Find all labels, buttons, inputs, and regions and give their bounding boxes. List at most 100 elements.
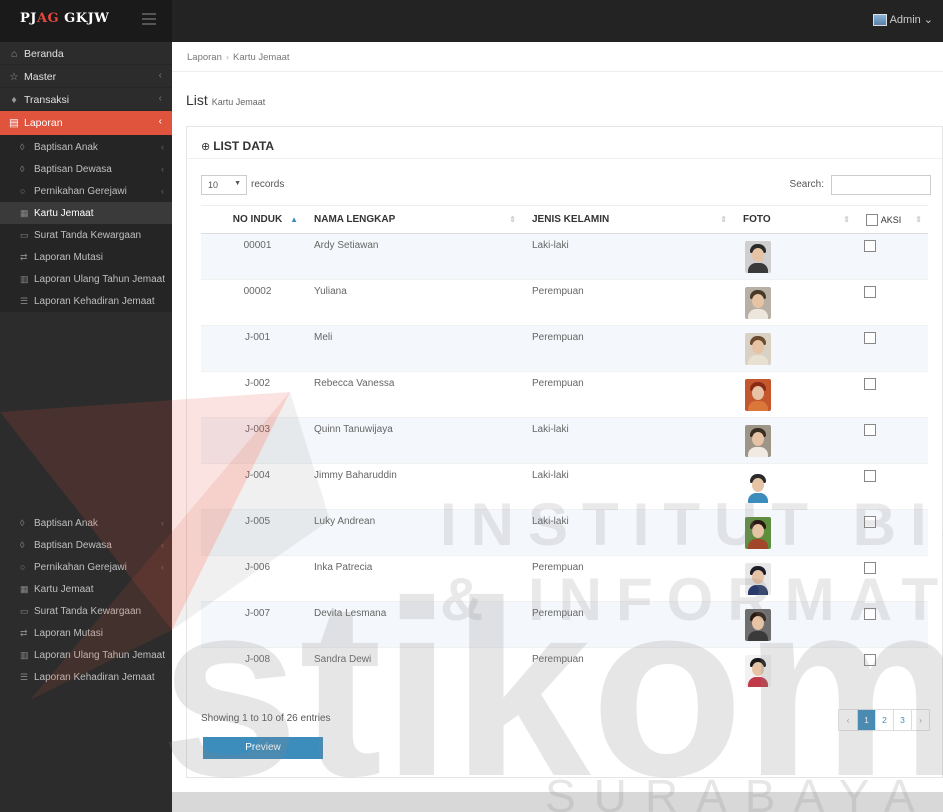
cell-jenis-kelamin: Perempuan [522, 279, 733, 326]
cell-jenis-kelamin: Perempuan [522, 325, 733, 372]
rings-icon: ○ [20, 186, 26, 196]
sidebar-subitem-surat-tanda[interactable]: ▭ Surat Tanda Kewargaan [0, 224, 172, 246]
breadcrumb-parent[interactable]: Laporan [187, 52, 222, 63]
sidebar-subitem-pernikahan[interactable]: ○ Pernikahan Gerejawi ‹ [0, 556, 172, 578]
sidebar-subitem-baptisan-anak[interactable]: ◊ Baptisan Anak ‹ [0, 512, 172, 534]
cake-icon: ▥ [20, 650, 29, 660]
sidebar-subitem-kartu-jemaat[interactable]: ▦ Kartu Jemaat [0, 202, 172, 224]
member-photo[interactable] [745, 241, 771, 273]
pagination-next[interactable]: › [911, 710, 929, 730]
select-all-checkbox[interactable] [866, 213, 878, 226]
sidebar-subitem-baptisan-dewasa[interactable]: ◊ Baptisan Dewasa ‹ [0, 158, 172, 180]
member-photo[interactable] [745, 425, 771, 457]
row-select-checkbox[interactable] [864, 378, 876, 390]
sidebar-item-beranda[interactable]: ⌂ Beranda [0, 42, 172, 65]
sidebar-subitem-baptisan-anak[interactable]: ◊ Baptisan Anak ‹ [0, 136, 172, 158]
sidebar-subitem-surat-tanda[interactable]: ▭ Surat Tanda Kewargaan [0, 600, 172, 622]
row-select-checkbox[interactable] [864, 424, 876, 436]
column-foto[interactable]: FOTO ⇕ [733, 205, 856, 234]
pagination-page-2[interactable]: 2 [875, 710, 893, 730]
pagination-page-1[interactable]: 1 [857, 710, 875, 730]
list-icon: ☰ [20, 296, 29, 306]
column-no-induk[interactable]: NO INDUK ▲ [201, 205, 304, 234]
brand-prefix: PJ [20, 11, 37, 26]
box-title-text: LIST DATA [213, 139, 275, 153]
breadcrumb-current: Kartu Jemaat [233, 52, 290, 63]
cell-no-induk: J-001 [201, 325, 304, 372]
cell-aksi [856, 509, 928, 556]
column-nama-lengkap[interactable]: NAMA LENGKAP ⇕ [304, 205, 522, 234]
column-jenis-kelamin[interactable]: JENIS KELAMIN ⇕ [522, 205, 733, 234]
sub-item-label: Pernikahan Gerejawi [34, 562, 127, 573]
sidebar-submenu: ◊ Baptisan Anak ‹ ◊ Baptisan Dewasa ‹ ○ Perni… [0, 136, 172, 312]
globe-icon: ⊕ [201, 141, 211, 153]
search-input[interactable] [831, 175, 931, 195]
chevron-down-icon: ‹ [158, 116, 162, 127]
cell-jenis-kelamin: Perempuan [522, 601, 733, 648]
sidebar-subitem-laporan-mutasi[interactable]: ⇄ Laporan Mutasi [0, 622, 172, 644]
table-row: J-003 Quinn Tanuwijaya Laki-laki [201, 417, 928, 464]
member-photo[interactable] [745, 287, 771, 319]
records-length-select[interactable]: 10 ▼ [201, 175, 247, 195]
chevron-left-icon: ‹ [161, 142, 164, 152]
preview-button[interactable]: Preview [203, 737, 323, 759]
sidebar-subitem-baptisan-dewasa[interactable]: ◊ Baptisan Dewasa ‹ [0, 534, 172, 556]
row-select-checkbox[interactable] [864, 470, 876, 482]
cell-nama-lengkap: Meli [304, 325, 522, 372]
sidebar-item-master[interactable]: ☆ Master ‹ [0, 65, 172, 88]
header-label: NO INDUK [232, 214, 283, 225]
pagination-prev[interactable]: ‹ [839, 710, 857, 730]
diamond-icon: ♦ [11, 94, 17, 106]
box-title: ⊕ LIST DATA [187, 127, 942, 159]
user-menu[interactable]: Admin ⌄ [872, 13, 933, 26]
search-label: Search: [789, 179, 824, 190]
row-select-checkbox[interactable] [864, 240, 876, 252]
pagination-page-3[interactable]: 3 [893, 710, 911, 730]
table-header-row: NO INDUK ▲ NAMA LENGKAP ⇕ JENIS KELAMIN ⇕ F… [201, 205, 928, 234]
row-select-checkbox[interactable] [864, 654, 876, 666]
chevron-left-icon: ‹ [158, 93, 162, 104]
user-avatar-icon [872, 13, 887, 26]
sidebar-subitem-kehadiran[interactable]: ☰ Laporan Kehadiran Jemaat [0, 666, 172, 688]
sub-item-label: Kartu Jemaat [34, 208, 94, 219]
member-photo[interactable] [745, 563, 771, 595]
cell-foto [733, 279, 856, 326]
cell-foto [733, 509, 856, 556]
row-select-checkbox[interactable] [864, 562, 876, 574]
row-select-checkbox[interactable] [864, 516, 876, 528]
sidebar-subitem-kartu-jemaat[interactable]: ▦ Kartu Jemaat [0, 578, 172, 600]
sidebar-subitem-ulang-tahun[interactable]: ▥ Laporan Ulang Tahun Jemaat [0, 644, 172, 666]
table-row: J-008 Sandra Dewi Perempuan [201, 647, 928, 694]
cell-aksi [856, 601, 928, 648]
member-photo[interactable] [745, 471, 771, 503]
water-icon: ◊ [20, 142, 25, 152]
cell-no-induk: 00001 [201, 233, 304, 280]
sidebar-item-transaksi[interactable]: ♦ Transaksi ‹ [0, 88, 172, 111]
member-photo[interactable] [745, 517, 771, 549]
row-select-checkbox[interactable] [864, 332, 876, 344]
sidebar-item-label: Beranda [24, 48, 64, 60]
chevron-down-icon: ⌄ [923, 14, 933, 26]
page-title: List Kartu Jemaat [172, 72, 943, 132]
sidebar-subitem-laporan-mutasi[interactable]: ⇄ Laporan Mutasi [0, 246, 172, 268]
member-photo[interactable] [745, 379, 771, 411]
cell-no-induk: J-002 [201, 371, 304, 418]
sidebar-item-label: Master [24, 71, 57, 83]
member-photo[interactable] [745, 655, 771, 687]
sub-item-label: Baptisan Anak [34, 142, 98, 153]
row-select-checkbox[interactable] [864, 286, 876, 298]
sidebar-item-laporan[interactable]: ▤ Laporan ‹ [0, 111, 172, 136]
sidebar-subitem-ulang-tahun[interactable]: ▥ Laporan Ulang Tahun Jemaat [0, 268, 172, 290]
member-photo[interactable] [745, 609, 771, 641]
sidebar-subitem-pernikahan[interactable]: ○ Pernikahan Gerejawi ‹ [0, 180, 172, 202]
cell-nama-lengkap: Ardy Setiawan [304, 233, 522, 280]
hamburger-menu-icon[interactable] [142, 13, 156, 25]
sidebar-subitem-kehadiran[interactable]: ☰ Laporan Kehadiran Jemaat [0, 290, 172, 312]
row-select-checkbox[interactable] [864, 608, 876, 620]
sub-item-label: Laporan Ulang Tahun Jemaat [34, 274, 166, 285]
column-aksi[interactable]: AKSI ⇕ [856, 205, 928, 234]
breadcrumb: Laporan › Kartu Jemaat [172, 42, 943, 72]
card-icon: ▦ [20, 584, 29, 594]
member-photo[interactable] [745, 333, 771, 365]
cell-foto [733, 325, 856, 372]
